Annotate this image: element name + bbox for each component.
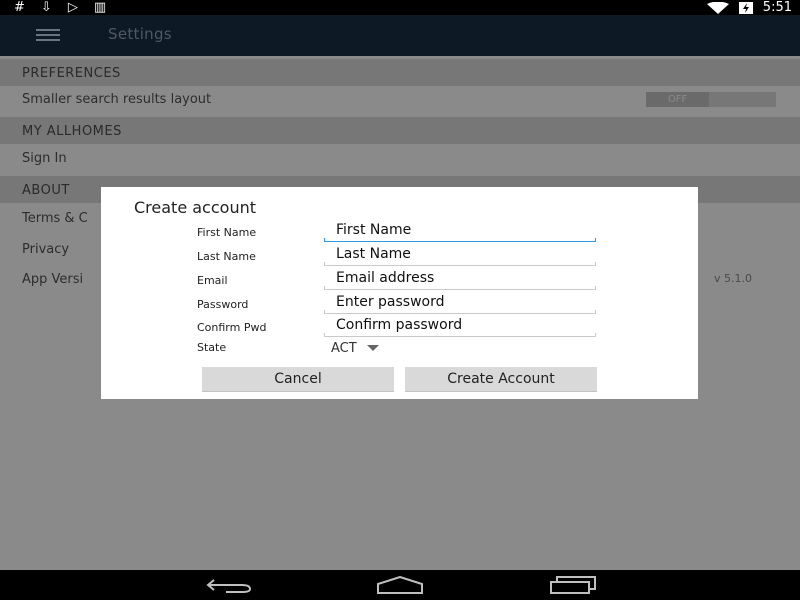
email-placeholder: Email address [336, 270, 435, 286]
create-account-dialog: Create account First Name First Name Las… [101, 187, 698, 399]
status-right-icons: 5:51 [706, 0, 792, 15]
terms-label: Terms & C [22, 211, 88, 226]
section-header-my-allhomes: MY ALLHOMES [0, 117, 800, 144]
sign-in-label: Sign In [22, 151, 67, 166]
password-placeholder: Enter password [336, 294, 445, 310]
back-icon[interactable] [206, 576, 252, 594]
play-store-icon: ▷ [67, 0, 78, 15]
state-value: ACT [331, 340, 357, 356]
password-label: Password [197, 298, 249, 311]
section-header-label: ABOUT [22, 183, 70, 198]
dialog-title: Create account [134, 198, 256, 217]
confirm-password-label: Confirm Pwd [197, 321, 267, 334]
toggle-knob: OFF [646, 92, 709, 107]
confirm-password-field[interactable]: Confirm password [324, 314, 596, 337]
email-label: Email [197, 274, 228, 287]
download-icon: ⇩ [40, 0, 52, 15]
battery-charging-icon [738, 1, 753, 14]
last-name-label: Last Name [197, 250, 256, 263]
setting-row-smaller-layout[interactable]: Smaller search results layout OFF [0, 84, 800, 114]
app-bar: Settings [0, 15, 800, 56]
first-name-label: First Name [197, 226, 257, 239]
status-bar: # ⇩ ▷ ▥ 5:51 [0, 0, 800, 15]
barcode-icon: ▥ [93, 0, 107, 15]
status-time: 5:51 [762, 0, 792, 15]
create-account-button[interactable]: Create Account [405, 367, 597, 392]
email-field[interactable]: Email address [324, 267, 596, 290]
section-header-label: PREFERENCES [22, 66, 121, 81]
hash-icon: # [14, 0, 25, 15]
section-header-preferences: PREFERENCES [0, 59, 800, 86]
last-name-field[interactable]: Last Name [324, 243, 596, 266]
last-name-placeholder: Last Name [336, 246, 411, 262]
home-icon[interactable] [376, 576, 424, 594]
cancel-button[interactable]: Cancel [202, 367, 394, 392]
state-select[interactable]: ACT [331, 339, 379, 357]
navigation-bar [0, 570, 800, 600]
setting-label: Smaller search results layout [22, 92, 212, 107]
app-version-label: App Versi [22, 272, 84, 287]
hamburger-menu-icon[interactable] [36, 29, 60, 41]
dropdown-caret-icon [366, 345, 379, 351]
password-field[interactable]: Enter password [324, 291, 596, 314]
privacy-label: Privacy [22, 242, 70, 257]
recents-icon[interactable] [549, 576, 597, 594]
first-name-field[interactable]: First Name [324, 219, 596, 242]
app-version-value: v 5.1.0 [714, 272, 752, 285]
wifi-icon [706, 1, 729, 14]
setting-row-sign-in[interactable]: Sign In [0, 143, 800, 173]
status-left-icons: # ⇩ ▷ ▥ [14, 0, 106, 15]
confirm-password-placeholder: Confirm password [336, 317, 463, 333]
state-label: State [197, 341, 227, 354]
page-title: Settings [108, 25, 172, 43]
smaller-layout-toggle[interactable]: OFF [646, 92, 776, 107]
first-name-placeholder: First Name [336, 222, 412, 238]
section-header-label: MY ALLHOMES [22, 124, 122, 139]
